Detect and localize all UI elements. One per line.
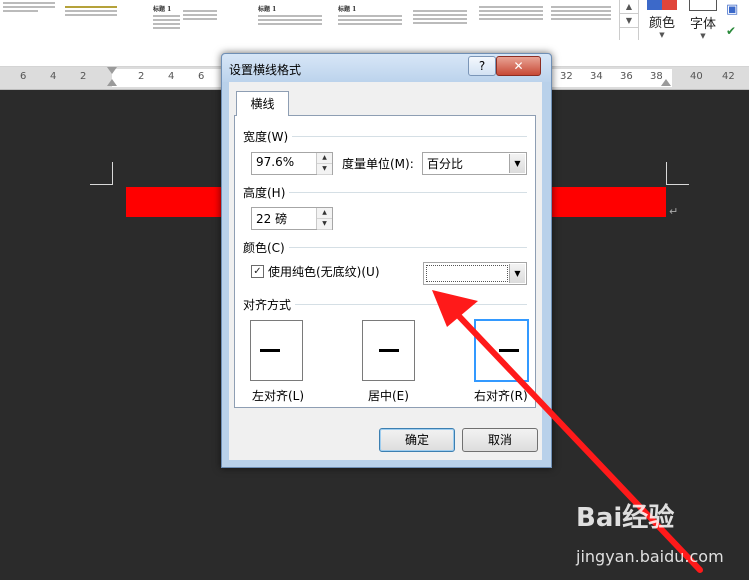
- ruler-number: 32: [560, 71, 573, 82]
- hanging-indent-marker[interactable]: [107, 79, 117, 86]
- width-value: 97.6%: [256, 155, 295, 169]
- crop-mark: [90, 162, 113, 185]
- height-spinner[interactable]: 22 磅 ▲ ▼: [251, 207, 333, 230]
- dialog-title: 设置横线格式: [229, 63, 302, 77]
- ruler-number: 34: [590, 71, 603, 82]
- ruler-number: 42: [722, 71, 735, 82]
- ruler-number: 6: [198, 71, 205, 82]
- width-group-label: 宽度(W): [243, 128, 293, 145]
- solid-color-label[interactable]: 使用纯色(无底纹)(U): [268, 263, 380, 280]
- baidu-watermark-url: jingyan.baidu.com: [576, 547, 724, 566]
- spin-up-icon: ▲: [317, 208, 332, 219]
- style-thumb[interactable]: [62, 0, 120, 60]
- ruler-number: 2: [80, 71, 87, 82]
- first-line-indent-marker[interactable]: [107, 67, 117, 74]
- style-thumb-title: 标题 1: [338, 6, 357, 13]
- align-right-button[interactable]: [474, 319, 529, 382]
- style-thumb[interactable]: 标题 1: [255, 0, 325, 60]
- chevron-down-icon[interactable]: ▼: [509, 154, 525, 173]
- measure-unit-label: 度量单位(M):: [342, 157, 414, 171]
- watermark-icon[interactable]: ▣: [726, 2, 738, 17]
- height-group-label: 高度(H): [243, 184, 290, 201]
- width-spin-buttons[interactable]: ▲ ▼: [316, 153, 332, 175]
- solid-color-checkbox[interactable]: ✓: [251, 265, 264, 278]
- dialog-title-bar[interactable]: 设置横线格式 ? ✕: [222, 54, 551, 82]
- close-button[interactable]: ✕: [496, 56, 541, 76]
- ruler-number: 4: [50, 71, 57, 82]
- width-spinner[interactable]: 97.6% ▲ ▼: [251, 152, 333, 175]
- dialog-body: 横线 宽度(W) 97.6% ▲ ▼ 度量单位(M): 百分比 ▼ 高度(H) 2…: [229, 82, 542, 460]
- measure-unit-value: 百分比: [427, 157, 464, 171]
- spin-down-icon: ▼: [317, 219, 332, 230]
- color-value: [426, 265, 508, 282]
- color-select[interactable]: ▼: [423, 262, 527, 285]
- chevron-down-icon: ▼: [700, 32, 706, 40]
- ruler-number: 2: [138, 71, 145, 82]
- fonts-label: 字体: [689, 17, 716, 32]
- check-icon[interactable]: ✔: [726, 24, 736, 38]
- ruler-number: 6: [20, 71, 27, 82]
- tab-horizontal-line[interactable]: 横线: [236, 91, 289, 116]
- cancel-button[interactable]: 取消: [462, 428, 538, 452]
- ruler-number: 40: [690, 71, 703, 82]
- help-button[interactable]: ?: [468, 56, 496, 76]
- alignment-group-label: 对齐方式: [243, 296, 296, 313]
- color-group-label: 颜色(C): [243, 239, 289, 256]
- height-spin-buttons[interactable]: ▲ ▼: [316, 208, 332, 230]
- align-center-label[interactable]: 居中(E): [368, 387, 409, 404]
- chevron-down-icon[interactable]: ▼: [509, 264, 525, 283]
- right-indent-marker[interactable]: [661, 79, 671, 86]
- line-preview-icon: [379, 349, 399, 352]
- line-preview-icon: [260, 349, 280, 352]
- chevron-down-icon: ▼: [659, 31, 665, 39]
- gallery-scroll[interactable]: ▲ ▼: [619, 0, 639, 40]
- style-thumb[interactable]: 标题 1: [335, 0, 405, 60]
- style-thumb-title: 标题 1: [258, 6, 277, 13]
- tab-panel: 宽度(W) 97.6% ▲ ▼ 度量单位(M): 百分比 ▼ 高度(H) 22 磅…: [234, 115, 536, 408]
- align-right-label[interactable]: 右对齐(R): [474, 387, 528, 404]
- colors-button[interactable]: 颜色 ▼: [642, 0, 682, 39]
- ruler-number: 36: [620, 71, 633, 82]
- style-thumb[interactable]: [476, 0, 546, 60]
- chevron-up-icon[interactable]: ▲: [620, 0, 638, 14]
- colors-icon: [647, 0, 677, 10]
- fonts-icon: [689, 0, 717, 11]
- style-thumb[interactable]: [180, 0, 220, 60]
- crop-mark: [666, 162, 689, 185]
- style-thumb[interactable]: [0, 0, 58, 60]
- spin-down-icon: ▼: [317, 164, 332, 175]
- align-left-button[interactable]: [250, 320, 303, 381]
- baidu-watermark-logo: Bai经验: [576, 503, 675, 533]
- measure-unit-select[interactable]: 百分比 ▼: [422, 152, 527, 175]
- ruler-number: 4: [168, 71, 175, 82]
- style-thumb[interactable]: [410, 0, 470, 60]
- line-preview-icon: [499, 349, 519, 352]
- align-center-button[interactable]: [362, 320, 415, 381]
- height-value: 22 磅: [256, 212, 288, 226]
- horizontal-line-dialog: 设置横线格式 ? ✕ 横线 宽度(W) 97.6% ▲ ▼ 度量单位(M): 百分…: [221, 53, 552, 468]
- paragraph-mark-icon: ↵: [669, 205, 679, 218]
- ok-button[interactable]: 确定: [379, 428, 455, 452]
- align-left-label[interactable]: 左对齐(L): [252, 387, 304, 404]
- style-thumb[interactable]: [548, 0, 614, 60]
- spin-up-icon: ▲: [317, 153, 332, 164]
- colors-label: 颜色: [648, 16, 675, 31]
- chevron-down-icon[interactable]: ▼: [620, 14, 638, 28]
- fonts-button[interactable]: 字体 ▼: [685, 0, 721, 40]
